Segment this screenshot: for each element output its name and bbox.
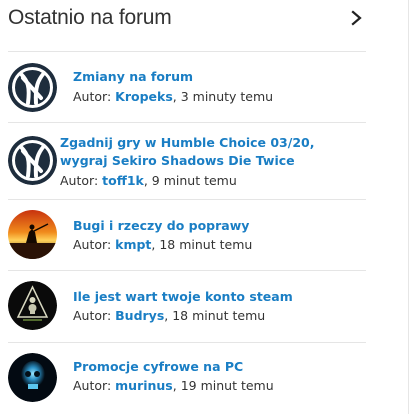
avatar[interactable] — [8, 63, 57, 112]
chevron-right-icon[interactable] — [350, 9, 364, 27]
author-link[interactable]: murinus — [115, 378, 173, 393]
ps-logo-icon — [8, 63, 57, 112]
post-time: , 9 minut temu — [143, 173, 237, 188]
ps-logo-icon — [8, 136, 57, 185]
widget-title: Ostatnio na forum — [8, 6, 172, 29]
author-prefix: Autor: — [60, 173, 103, 188]
post-time: , 18 minut temu — [151, 237, 253, 252]
author-prefix: Autor: — [73, 89, 116, 104]
list-item: Bugi i rzeczy do poprawy Autor: kmpt, 18… — [0, 199, 370, 270]
avatar[interactable] — [8, 353, 57, 402]
post-time: , 19 minut temu — [172, 378, 274, 393]
avatar[interactable] — [8, 136, 57, 185]
author-link[interactable]: kmpt — [115, 237, 151, 252]
list-item: Zgadnij gry w Humble Choice 03/20, wygra… — [0, 122, 370, 199]
author-link[interactable]: Budrys — [115, 308, 164, 323]
topic-link[interactable]: Ile jest wart twoje konto steam — [73, 288, 293, 306]
avatar[interactable] — [8, 210, 57, 259]
post-time: , 18 minut temu — [164, 308, 266, 323]
topic-link[interactable]: Bugi i rzeczy do poprawy — [73, 217, 249, 235]
topic-meta: Autor: kmpt, 18 minut temu — [73, 236, 252, 254]
topic-link[interactable]: Zmiany na forum — [73, 68, 193, 86]
author-prefix: Autor: — [73, 378, 116, 393]
list-item: Ile jest wart twoje konto steam Autor: B… — [0, 270, 370, 342]
blue-skull-icon — [8, 353, 57, 402]
sunset-samurai-icon — [8, 210, 57, 259]
avatar[interactable] — [8, 281, 57, 330]
topic-meta: Autor: Budrys, 18 minut temu — [73, 307, 265, 325]
skull-pyramid-icon — [8, 281, 57, 330]
author-prefix: Autor: — [73, 237, 116, 252]
author-prefix: Autor: — [73, 308, 116, 323]
widget-header: Ostatnio na forum — [0, 0, 370, 44]
list-item: Promocje cyfrowe na PC Autor: murinus, 1… — [0, 342, 370, 414]
list-item: Zmiany na forum Autor: Kropeks, 3 minuty… — [0, 51, 370, 122]
author-link[interactable]: Kropeks — [115, 89, 173, 104]
recent-forum-widget: Ostatnio na forum Zmiany na forum Autor:… — [0, 0, 409, 414]
topic-meta: Autor: murinus, 19 minut temu — [73, 377, 274, 395]
topic-meta: Autor: toff1k, 9 minut temu — [60, 172, 237, 190]
post-time: , 3 minuty temu — [172, 89, 274, 104]
author-link[interactable]: toff1k — [102, 173, 144, 188]
topic-link[interactable]: Promocje cyfrowe na PC — [73, 358, 243, 376]
topic-link[interactable]: Zgadnij gry w Humble Choice 03/20, wygra… — [60, 134, 365, 170]
topic-meta: Autor: Kropeks, 3 minuty temu — [73, 88, 273, 106]
